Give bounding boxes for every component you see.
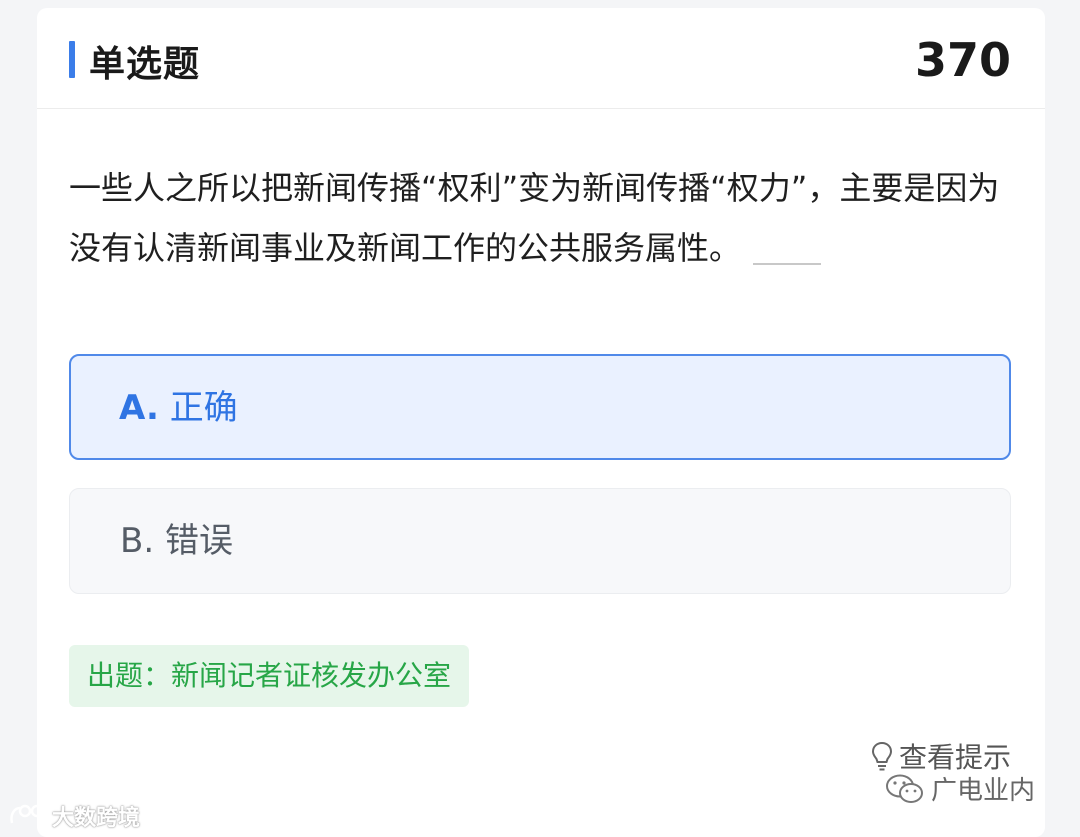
source-badge: 出题：新闻记者证核发办公室 — [69, 645, 470, 707]
option-b-key: B. — [120, 521, 155, 561]
question-card: 单选题 370 一些人之所以把新闻传播“权利”变为新闻传播“权力”，主要是因为没… — [37, 8, 1045, 837]
brand-logo-icon — [10, 804, 44, 824]
title-accent-bar — [69, 41, 75, 78]
question-text: 一些人之所以把新闻传播“权利”变为新闻传播“权力”，主要是因为没有认清新闻事业及… — [69, 158, 1019, 278]
question-number: 370 — [914, 33, 1011, 87]
brand-watermark: 大数跨境 — [8, 800, 140, 832]
option-b[interactable]: B. 错误 — [69, 488, 1011, 594]
card-header: 单选题 370 — [37, 8, 1045, 109]
wechat-watermark-label: 广电业内 — [931, 776, 1036, 806]
option-b-label: 错误 — [164, 521, 233, 561]
option-a[interactable]: A. 正确 — [69, 354, 1011, 460]
option-a-key: A. — [119, 388, 159, 428]
brand-watermark-label: 大数跨境 — [52, 806, 141, 831]
question-body: 一些人之所以把新闻传播“权利”变为新闻传播“权力”，主要是因为没有认清新闻事业及… — [69, 169, 1000, 267]
question-type-title: 单选题 — [89, 44, 201, 85]
wechat-watermark: 广电业内 — [885, 770, 1035, 807]
option-a-label: 正确 — [169, 388, 238, 428]
answer-blank — [753, 263, 822, 265]
wechat-icon — [886, 774, 923, 803]
lightbulb-icon — [871, 741, 892, 771]
